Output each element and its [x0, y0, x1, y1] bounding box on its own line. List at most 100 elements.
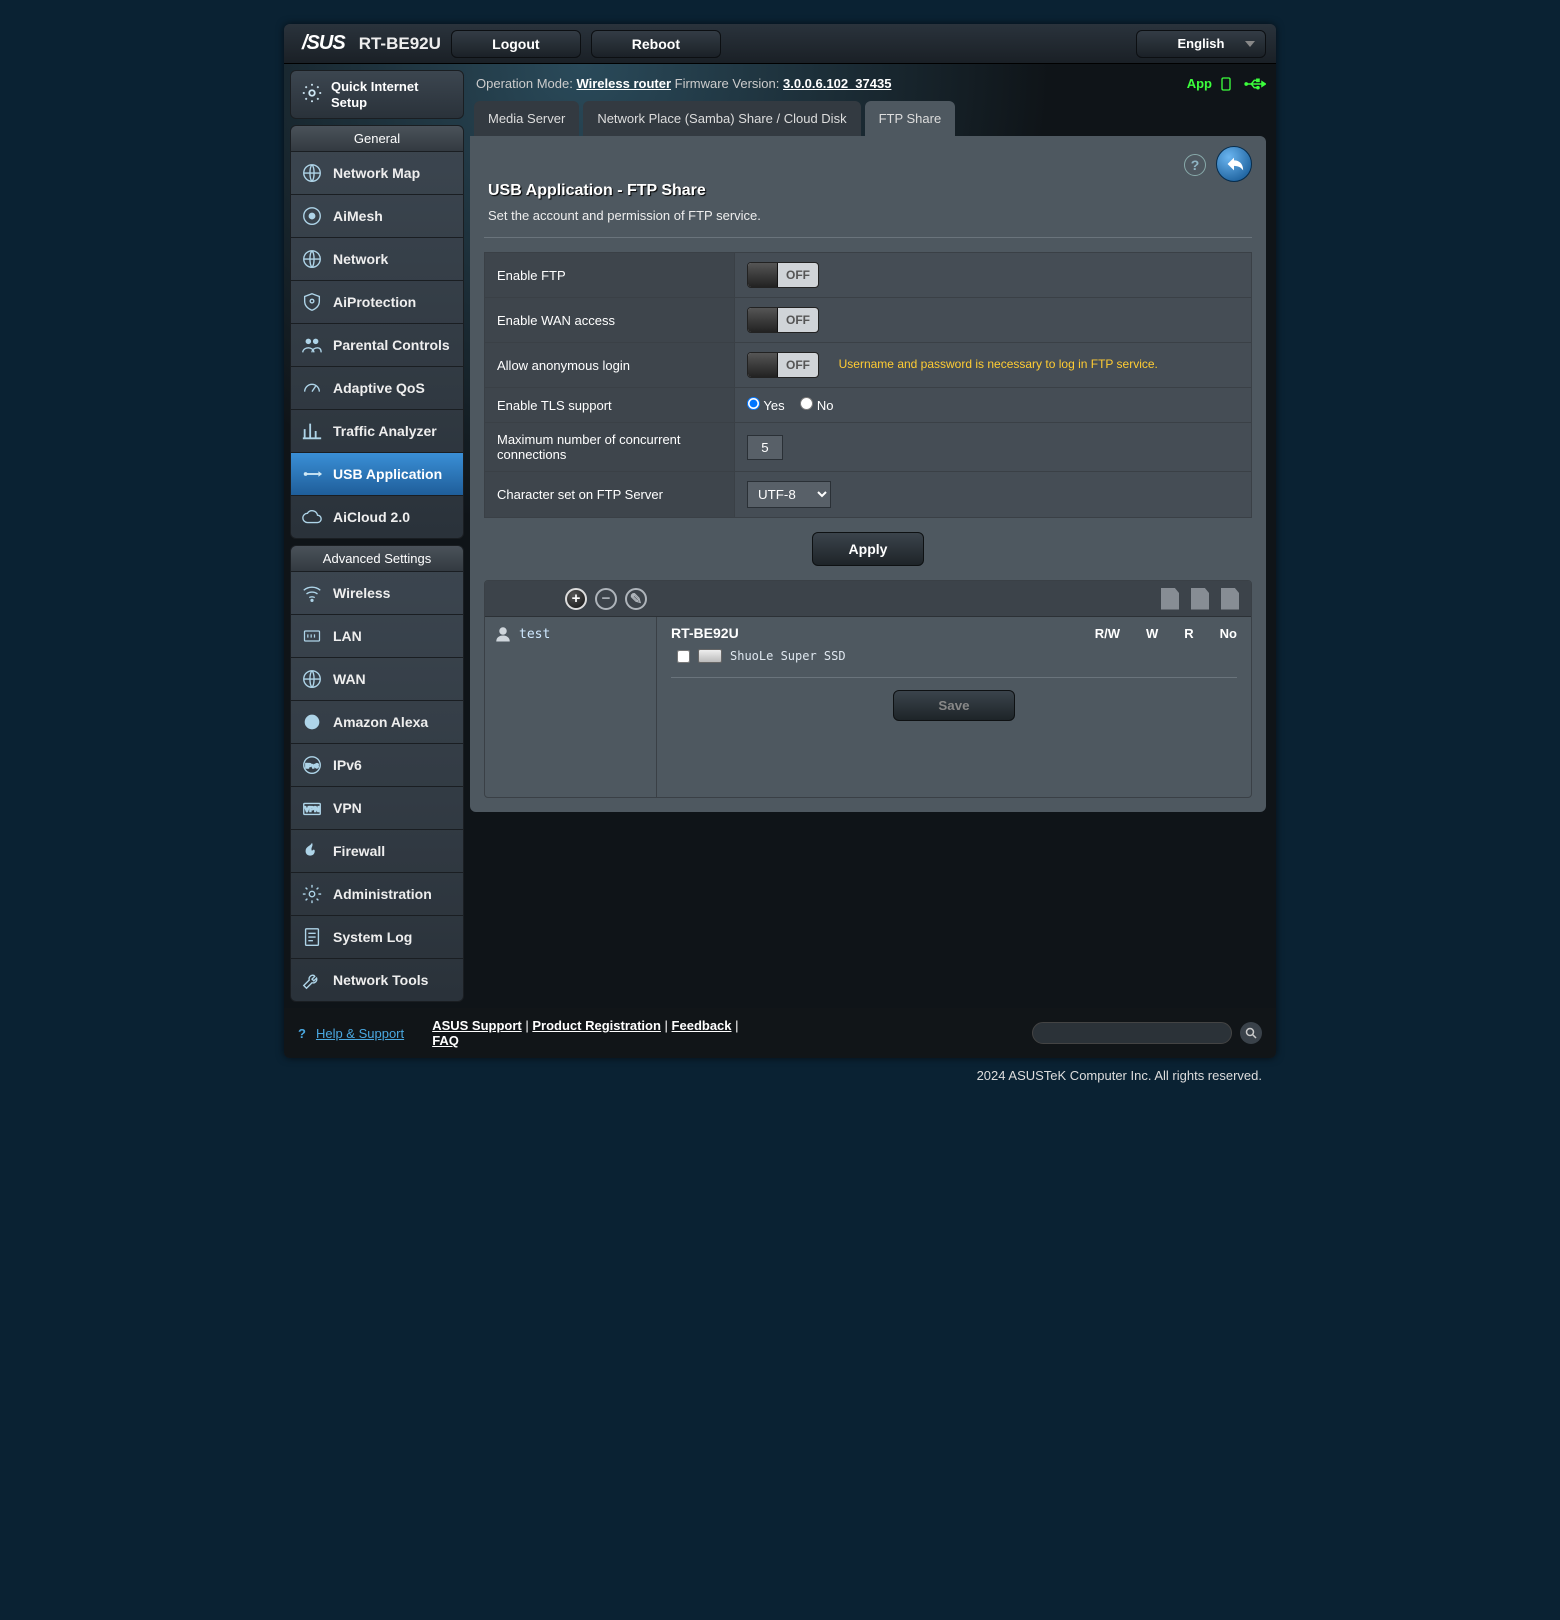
fw-version-link[interactable]: 3.0.0.6.102_37435	[783, 76, 891, 91]
help-icon[interactable]: ?	[1184, 154, 1206, 176]
model-label: RT-BE92U	[353, 34, 441, 54]
search-icon	[1245, 1027, 1257, 1039]
enable-ftp-toggle[interactable]: OFF	[747, 262, 819, 288]
menu-label: AiCloud 2.0	[333, 509, 410, 525]
doc-action-2-icon[interactable]	[1191, 588, 1209, 610]
device-name: RT-BE92U	[671, 625, 739, 641]
sidebar-advanced-lan[interactable]: LAN	[291, 614, 463, 657]
menu-label: WAN	[333, 671, 366, 687]
apply-button[interactable]: Apply	[812, 532, 925, 566]
sidebar-advanced-network-tools[interactable]: Network Tools	[291, 958, 463, 1001]
fw-label: Firmware Version:	[675, 76, 780, 91]
top-bar: /SUS RT-BE92U Logout Reboot English	[284, 24, 1276, 64]
sidebar-general-traffic-analyzer[interactable]: Traffic Analyzer	[291, 409, 463, 452]
users-column: test	[485, 617, 657, 797]
sidebar-advanced-amazon-alexa[interactable]: Amazon Alexa	[291, 700, 463, 743]
sidebar-general-parental-controls[interactable]: Parental Controls	[291, 323, 463, 366]
help-support-icon: ?	[298, 1026, 306, 1041]
sidebar: Quick Internet Setup General Network Map…	[284, 64, 470, 1008]
perm-col-rw: R/W	[1095, 626, 1120, 641]
enable-ftp-label: Enable FTP	[485, 253, 735, 298]
advanced-section: Advanced Settings WirelessLANWANAmazon A…	[290, 545, 464, 1002]
sidebar-general-adaptive-qos[interactable]: Adaptive QoS	[291, 366, 463, 409]
general-title: General	[291, 126, 463, 152]
footer-search-button[interactable]	[1240, 1022, 1262, 1044]
menu-label: Administration	[333, 886, 432, 902]
disk-row[interactable]: ShuoLe Super SSD	[671, 645, 1237, 673]
enable-wan-label: Enable WAN access	[485, 298, 735, 343]
anon-hint: Username and password is necessary to lo…	[839, 357, 1158, 371]
tab-ftp-share[interactable]: FTP Share	[865, 101, 956, 136]
operation-line: Operation Mode: Wireless router Firmware…	[470, 72, 1266, 101]
fire-icon	[301, 840, 323, 862]
sidebar-advanced-administration[interactable]: Administration	[291, 872, 463, 915]
chart-icon	[301, 420, 323, 442]
doc-action-3-icon[interactable]	[1221, 588, 1239, 610]
save-button[interactable]: Save	[893, 690, 1014, 721]
charset-select[interactable]: UTF-8	[747, 481, 831, 508]
faq-link[interactable]: FAQ	[432, 1033, 459, 1048]
menu-label: Network Tools	[333, 972, 428, 988]
disk-expand-checkbox[interactable]	[677, 650, 690, 663]
user-row[interactable]: test	[493, 625, 648, 643]
menu-label: Firewall	[333, 843, 385, 859]
footer: ? Help & Support ASUS Support | Product …	[284, 1008, 1276, 1058]
maxconn-input[interactable]	[747, 435, 783, 460]
enable-wan-toggle[interactable]: OFF	[747, 307, 819, 333]
sidebar-general-network[interactable]: Network	[291, 237, 463, 280]
doc-action-1-icon[interactable]	[1161, 588, 1179, 610]
menu-label: LAN	[333, 628, 362, 644]
sidebar-advanced-firewall[interactable]: Firewall	[291, 829, 463, 872]
permission-toolbar: + − ✎	[485, 581, 1251, 617]
perm-col-r: R	[1184, 626, 1193, 641]
sidebar-general-usb-application[interactable]: USB Application	[291, 452, 463, 495]
menu-label: Adaptive QoS	[333, 380, 425, 396]
sidebar-general-aiprotection[interactable]: AiProtection	[291, 280, 463, 323]
sidebar-advanced-vpn[interactable]: VPNVPN	[291, 786, 463, 829]
brand-logo: /SUS	[294, 32, 353, 55]
add-user-button[interactable]: +	[565, 588, 587, 610]
sidebar-advanced-wireless[interactable]: Wireless	[291, 572, 463, 614]
help-support-link[interactable]: Help & Support	[316, 1026, 404, 1041]
phone-icon	[1218, 77, 1234, 91]
footer-search-input[interactable]	[1032, 1022, 1232, 1044]
tls-yes-option[interactable]: Yes	[747, 398, 785, 413]
remove-user-button[interactable]: −	[595, 588, 617, 610]
feedback-link[interactable]: Feedback	[672, 1018, 732, 1033]
toggle-state: OFF	[778, 313, 818, 327]
back-button[interactable]	[1216, 146, 1252, 182]
svg-text:VPN: VPN	[304, 805, 319, 814]
language-dropdown[interactable]: English	[1136, 30, 1266, 58]
back-arrow-icon	[1223, 153, 1245, 175]
tls-label: Enable TLS support	[485, 388, 735, 423]
sidebar-advanced-ipv6[interactable]: IPv6IPv6	[291, 743, 463, 786]
sidebar-general-network-map[interactable]: Network Map	[291, 152, 463, 194]
usb-icon[interactable]	[1244, 77, 1266, 91]
op-mode-link[interactable]: Wireless router	[576, 76, 671, 91]
sidebar-advanced-system-log[interactable]: System Log	[291, 915, 463, 958]
asus-support-link[interactable]: ASUS Support	[432, 1018, 522, 1033]
logout-button[interactable]: Logout	[451, 30, 581, 58]
reboot-button[interactable]: Reboot	[591, 30, 721, 58]
globe-icon	[301, 162, 323, 184]
app-link[interactable]: App	[1187, 76, 1234, 91]
product-reg-link[interactable]: Product Registration	[532, 1018, 661, 1033]
sidebar-general-aimesh[interactable]: AiMesh	[291, 194, 463, 237]
lan-icon	[301, 625, 323, 647]
quick-internet-setup[interactable]: Quick Internet Setup	[290, 70, 464, 119]
tls-no-option[interactable]: No	[800, 398, 833, 413]
menu-label: Amazon Alexa	[333, 714, 428, 730]
menu-label: IPv6	[333, 757, 362, 773]
tab-media-server[interactable]: Media Server	[474, 101, 579, 136]
sidebar-general-aicloud-2-0[interactable]: AiCloud 2.0	[291, 495, 463, 538]
sidebar-advanced-wan[interactable]: WAN	[291, 657, 463, 700]
menu-label: AiMesh	[333, 208, 383, 224]
anon-login-toggle[interactable]: OFF	[747, 352, 819, 378]
edit-user-button[interactable]: ✎	[625, 588, 647, 610]
anon-login-label: Allow anonymous login	[485, 343, 735, 388]
menu-label: System Log	[333, 929, 412, 945]
menu-label: Network	[333, 251, 388, 267]
app-label: App	[1187, 76, 1212, 91]
mesh-icon	[301, 205, 323, 227]
tab-network-place-samba-share-cloud-disk[interactable]: Network Place (Samba) Share / Cloud Disk	[583, 101, 860, 136]
